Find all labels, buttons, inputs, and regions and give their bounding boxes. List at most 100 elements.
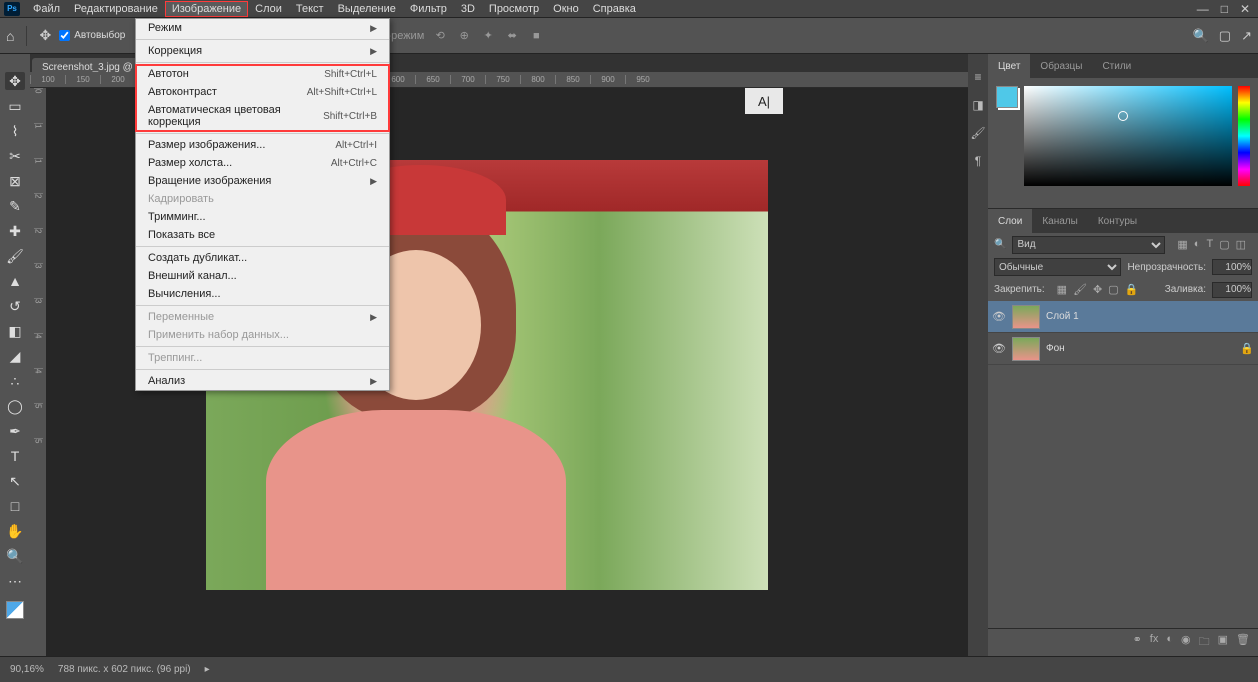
history-brush-tool[interactable]: ↺ (5, 297, 25, 315)
history-panel-icon[interactable]: ≡ (974, 70, 981, 84)
lock-transparent-icon[interactable]: ▦ (1057, 283, 1067, 296)
tab-styles[interactable]: Стили (1092, 54, 1141, 78)
maximize-button[interactable]: □ (1221, 2, 1228, 16)
layer-name[interactable]: Слой 1 (1046, 311, 1254, 322)
menu-редактирование[interactable]: Редактирование (67, 1, 165, 17)
menu-item-внешний-канал-[interactable]: Внешний канал... (136, 267, 389, 285)
color-swatch[interactable] (6, 601, 24, 619)
tab-paths[interactable]: Контуры (1088, 209, 1147, 233)
autoselect-checkbox[interactable]: Автовыбор (59, 30, 125, 41)
text-cursor-box[interactable]: A| (745, 88, 783, 114)
menu-фильтр[interactable]: Фильтр (403, 1, 454, 17)
menu-item-размер-изображения-[interactable]: Размер изображения...Alt+Ctrl+I (136, 136, 389, 154)
tab-color[interactable]: Цвет (988, 54, 1030, 78)
menu-item-автотон[interactable]: АвтотонShift+Ctrl+L (136, 65, 389, 83)
3d-icon-3[interactable]: ✦ (480, 29, 496, 42)
move-tool[interactable]: ✥ (5, 72, 25, 90)
color-field[interactable] (1024, 86, 1232, 186)
lock-artboard-icon[interactable]: ▢ (1108, 283, 1118, 296)
adjustment-layer-icon[interactable]: ◉ (1181, 633, 1191, 652)
paragraph-panel-icon[interactable]: ¶ (975, 154, 981, 168)
visibility-icon[interactable]: 👁 (992, 310, 1006, 323)
frame-tool[interactable]: ⊠ (5, 172, 25, 190)
share-icon[interactable]: ↗ (1241, 28, 1252, 44)
group-icon[interactable]: 🗀 (1199, 633, 1210, 652)
type-tool[interactable]: T (5, 447, 25, 465)
blend-mode-select[interactable]: Обычные (994, 258, 1121, 276)
gradient-tool[interactable]: ◢ (5, 347, 25, 365)
path-tool[interactable]: ↖ (5, 472, 25, 490)
zoom-tool[interactable]: 🔍 (5, 547, 25, 565)
healing-tool[interactable]: ✚ (5, 222, 25, 240)
menu-окно[interactable]: Окно (546, 1, 586, 17)
menu-item-режим[interactable]: Режим▶ (136, 19, 389, 37)
tab-layers[interactable]: Слои (988, 209, 1032, 233)
shape-tool[interactable]: □ (5, 497, 25, 515)
tab-swatches[interactable]: Образцы (1030, 54, 1092, 78)
layer-row[interactable]: 👁 Слой 1 (988, 301, 1258, 333)
status-arrow-icon[interactable]: ▸ (205, 664, 210, 675)
hue-slider[interactable] (1238, 86, 1250, 186)
workspace-icon[interactable]: ▢ (1219, 28, 1231, 44)
dodge-tool[interactable]: ◯ (5, 397, 25, 415)
crop-tool[interactable]: ✂ (5, 147, 25, 165)
lock-position-icon[interactable]: ✥ (1093, 283, 1102, 296)
close-button[interactable]: ✕ (1240, 2, 1250, 16)
menu-item-автоконтраст[interactable]: АвтоконтрастAlt+Shift+Ctrl+L (136, 83, 389, 101)
zoom-level[interactable]: 90,16% (10, 664, 44, 675)
foreground-swatch[interactable] (996, 86, 1018, 108)
menu-слои[interactable]: Слои (248, 1, 289, 17)
menu-item-показать-все[interactable]: Показать все (136, 226, 389, 244)
eraser-tool[interactable]: ◧ (5, 322, 25, 340)
layer-row[interactable]: 👁Фон🔒 (988, 333, 1258, 365)
brush-tool[interactable]: 🖌 (5, 247, 25, 265)
minimize-button[interactable]: — (1197, 2, 1209, 16)
layer-mask-icon[interactable]: ◐ (1166, 633, 1173, 652)
delete-layer-icon[interactable]: 🗑 (1236, 633, 1250, 652)
layer-name[interactable]: Фон (1046, 343, 1234, 354)
lasso-tool[interactable]: ⌇ (5, 122, 25, 140)
filter-shape-icon[interactable]: ▢ (1219, 238, 1229, 251)
menu-item-анализ[interactable]: Анализ▶ (136, 372, 389, 390)
stamp-tool[interactable]: ▲ (5, 272, 25, 290)
move-tool-icon[interactable]: ✥ (39, 27, 51, 44)
pen-tool[interactable]: ✒ (5, 422, 25, 440)
brushes-panel-icon[interactable]: 🖌 (970, 126, 985, 140)
search-icon[interactable]: 🔍 (1193, 28, 1209, 44)
layer-filter-select[interactable]: Вид (1012, 236, 1165, 254)
menu-текст[interactable]: Текст (289, 1, 331, 17)
3d-icon-4[interactable]: ⬌ (504, 29, 520, 42)
link-layers-icon[interactable]: ⚭ (1133, 633, 1142, 652)
menu-item-автоматическая-цветовая-коррекция[interactable]: Автоматическая цветовая коррекцияShift+C… (136, 101, 389, 131)
blur-tool[interactable]: ∴ (5, 372, 25, 390)
menu-item-коррекция[interactable]: Коррекция▶ (136, 42, 389, 60)
menu-item-вычисления-[interactable]: Вычисления... (136, 285, 389, 303)
menu-item-вращение-изображения[interactable]: Вращение изображения▶ (136, 172, 389, 190)
eyedropper-tool[interactable]: ✎ (5, 197, 25, 215)
menu-item-размер-холста-[interactable]: Размер холста...Alt+Ctrl+C (136, 154, 389, 172)
3d-icon-2[interactable]: ⊕ (456, 29, 472, 42)
properties-panel-icon[interactable]: ◨ (972, 98, 983, 112)
filter-pixel-icon[interactable]: ▦ (1177, 238, 1187, 251)
filter-type-icon[interactable]: T (1206, 238, 1213, 251)
menu-изображение[interactable]: Изображение (165, 1, 248, 17)
edit-toolbar[interactable]: ⋯ (5, 572, 25, 590)
layer-thumbnail[interactable] (1012, 305, 1040, 329)
layer-style-icon[interactable]: fx (1150, 633, 1159, 652)
marquee-tool[interactable]: ▭ (5, 97, 25, 115)
hand-tool[interactable]: ✋ (5, 522, 25, 540)
menu-просмотр[interactable]: Просмотр (482, 1, 546, 17)
menu-справка[interactable]: Справка (586, 1, 643, 17)
menu-item-создать-дубликат-[interactable]: Создать дубликат... (136, 249, 389, 267)
filter-smart-icon[interactable]: ◫ (1236, 238, 1246, 251)
menu-item-тримминг-[interactable]: Тримминг... (136, 208, 389, 226)
opacity-input[interactable] (1212, 259, 1252, 275)
menu-файл[interactable]: Файл (26, 1, 67, 17)
3d-icon-5[interactable]: ■ (528, 30, 544, 42)
tab-channels[interactable]: Каналы (1032, 209, 1088, 233)
home-icon[interactable]: ⌂ (6, 28, 14, 44)
lock-pixels-icon[interactable]: 🖌 (1073, 283, 1087, 296)
filter-adjust-icon[interactable]: ◐ (1194, 238, 1201, 251)
layer-thumbnail[interactable] (1012, 337, 1040, 361)
3d-icon-1[interactable]: ⟲ (432, 29, 448, 42)
